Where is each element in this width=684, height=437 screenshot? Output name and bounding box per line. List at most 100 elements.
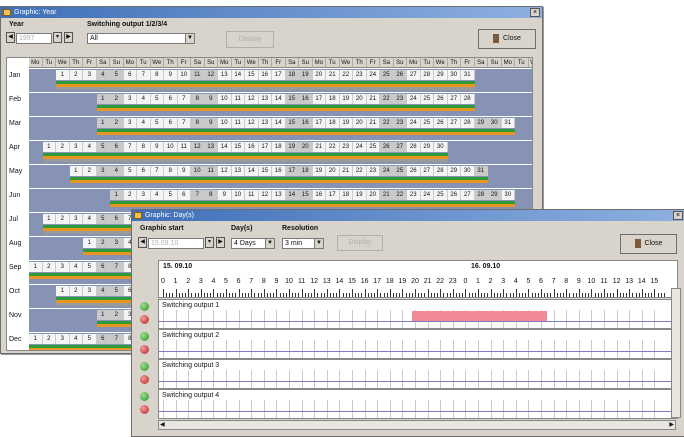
day-cell[interactable]: 3 <box>56 334 70 344</box>
day-cell[interactable]: 7 <box>177 94 191 104</box>
day-cell[interactable]: 5 <box>96 142 110 152</box>
day-cell[interactable]: 3 <box>69 142 83 152</box>
day-cell[interactable]: 23 <box>393 118 407 128</box>
year-next-button[interactable]: ▶ <box>64 32 73 43</box>
day-cell[interactable]: 9 <box>164 70 178 80</box>
day-cell[interactable]: 25 <box>434 190 448 200</box>
day-cell[interactable]: 24 <box>407 94 421 104</box>
day-cell[interactable]: 15 <box>258 166 272 176</box>
day-cell[interactable]: 27 <box>407 70 421 80</box>
day-cell[interactable]: 29 <box>474 118 488 128</box>
day-cell[interactable]: 26 <box>447 190 461 200</box>
day-cell[interactable]: 8 <box>164 166 178 176</box>
scroll-left-icon[interactable]: ◀ <box>160 421 165 428</box>
day-cell[interactable]: 2 <box>56 142 70 152</box>
day-cell[interactable]: 20 <box>353 94 367 104</box>
day-cell[interactable]: 8 <box>137 142 151 152</box>
day-cell[interactable]: 14 <box>245 166 259 176</box>
day-cell[interactable]: 4 <box>69 334 83 344</box>
day-cell[interactable]: 5 <box>150 118 164 128</box>
day-cell[interactable]: 18 <box>272 142 286 152</box>
day-cell[interactable]: 30 <box>501 190 515 200</box>
day-cell[interactable]: 22 <box>339 70 353 80</box>
off-indicator-icon[interactable] <box>140 375 149 384</box>
day-cell[interactable]: 4 <box>137 94 151 104</box>
month-name[interactable]: Aug <box>7 240 29 247</box>
day-cell[interactable]: 23 <box>339 142 353 152</box>
day-cell[interactable]: 26 <box>434 118 448 128</box>
day-cell[interactable]: 2 <box>69 70 83 80</box>
day-cell[interactable]: 24 <box>380 166 394 176</box>
day-cell[interactable]: 8 <box>150 70 164 80</box>
day-cell[interactable]: 3 <box>137 190 151 200</box>
day-cell[interactable]: 26 <box>380 142 394 152</box>
day-cell[interactable]: 14 <box>218 142 232 152</box>
day-cell[interactable]: 30 <box>447 70 461 80</box>
day-cell[interactable]: 2 <box>56 214 70 224</box>
day-cell[interactable]: 10 <box>164 142 178 152</box>
day-cell[interactable]: 25 <box>380 70 394 80</box>
day-cell[interactable]: 7 <box>150 166 164 176</box>
day-cell[interactable]: 14 <box>272 118 286 128</box>
day-cell[interactable]: 18 <box>326 118 340 128</box>
on-indicator-icon[interactable] <box>140 362 149 371</box>
day-cell[interactable]: 25 <box>420 94 434 104</box>
off-indicator-icon[interactable] <box>140 345 149 354</box>
day-cell[interactable]: 30 <box>461 166 475 176</box>
day-cell[interactable]: 11 <box>231 94 245 104</box>
day-cell[interactable]: 7 <box>110 262 124 272</box>
day-cell[interactable]: 30 <box>434 142 448 152</box>
day-cell[interactable]: 7 <box>110 334 124 344</box>
day-cell[interactable]: 4 <box>137 118 151 128</box>
month-name[interactable]: Apr <box>7 144 29 151</box>
day-cell[interactable]: 20 <box>299 142 313 152</box>
day-cell[interactable]: 28 <box>474 190 488 200</box>
day-cell[interactable]: 9 <box>177 166 191 176</box>
day-cell[interactable]: 7 <box>123 142 137 152</box>
day-cell[interactable]: 21 <box>326 70 340 80</box>
day-cell[interactable]: 6 <box>96 262 110 272</box>
month-name[interactable]: May <box>7 168 29 175</box>
day-cell[interactable]: 9 <box>204 118 218 128</box>
day-cell[interactable]: 29 <box>488 190 502 200</box>
day-cell[interactable]: 13 <box>231 166 245 176</box>
day-cell[interactable]: 28 <box>434 166 448 176</box>
on-indicator-icon[interactable] <box>140 392 149 401</box>
day-cell[interactable]: 21 <box>339 166 353 176</box>
day-cell[interactable]: 25 <box>366 142 380 152</box>
day-cell[interactable]: 5 <box>150 94 164 104</box>
day-cell[interactable]: 21 <box>380 190 394 200</box>
day-cell[interactable]: 31 <box>474 166 488 176</box>
day-cell[interactable]: 29 <box>434 70 448 80</box>
day-cell[interactable]: 4 <box>96 286 110 296</box>
day-cell[interactable]: 9 <box>218 190 232 200</box>
month-name[interactable]: Sep <box>7 264 29 271</box>
day-cell[interactable]: 28 <box>461 118 475 128</box>
day-cell[interactable]: 8 <box>204 190 218 200</box>
day-cell[interactable]: 17 <box>272 70 286 80</box>
day-cell[interactable]: 22 <box>380 118 394 128</box>
month-name[interactable]: Nov <box>7 312 29 319</box>
day-cell[interactable]: 2 <box>83 166 97 176</box>
day-cell[interactable]: 3 <box>96 166 110 176</box>
day-cell[interactable]: 4 <box>150 190 164 200</box>
day-cell[interactable]: 12 <box>245 118 259 128</box>
month-name[interactable]: Jun <box>7 192 29 199</box>
month-name[interactable]: Jul <box>7 216 29 223</box>
day-cell[interactable]: 18 <box>339 190 353 200</box>
day-cell[interactable]: 19 <box>339 118 353 128</box>
day-cell[interactable]: 4 <box>69 262 83 272</box>
day-cell[interactable]: 22 <box>326 142 340 152</box>
close-x-icon[interactable]: × <box>673 211 683 220</box>
day-cell[interactable]: 30 <box>488 118 502 128</box>
day-cell[interactable]: 27 <box>447 118 461 128</box>
day-cell[interactable]: 14 <box>272 94 286 104</box>
day-cell[interactable]: 3 <box>110 238 124 248</box>
day-cell[interactable]: 6 <box>123 70 137 80</box>
day-cell[interactable]: 28 <box>420 70 434 80</box>
day-cell[interactable]: 25 <box>420 118 434 128</box>
day-cell[interactable]: 6 <box>177 190 191 200</box>
day-cell[interactable]: 1 <box>42 214 56 224</box>
off-indicator-icon[interactable] <box>140 315 149 324</box>
day-cell[interactable]: 19 <box>285 142 299 152</box>
